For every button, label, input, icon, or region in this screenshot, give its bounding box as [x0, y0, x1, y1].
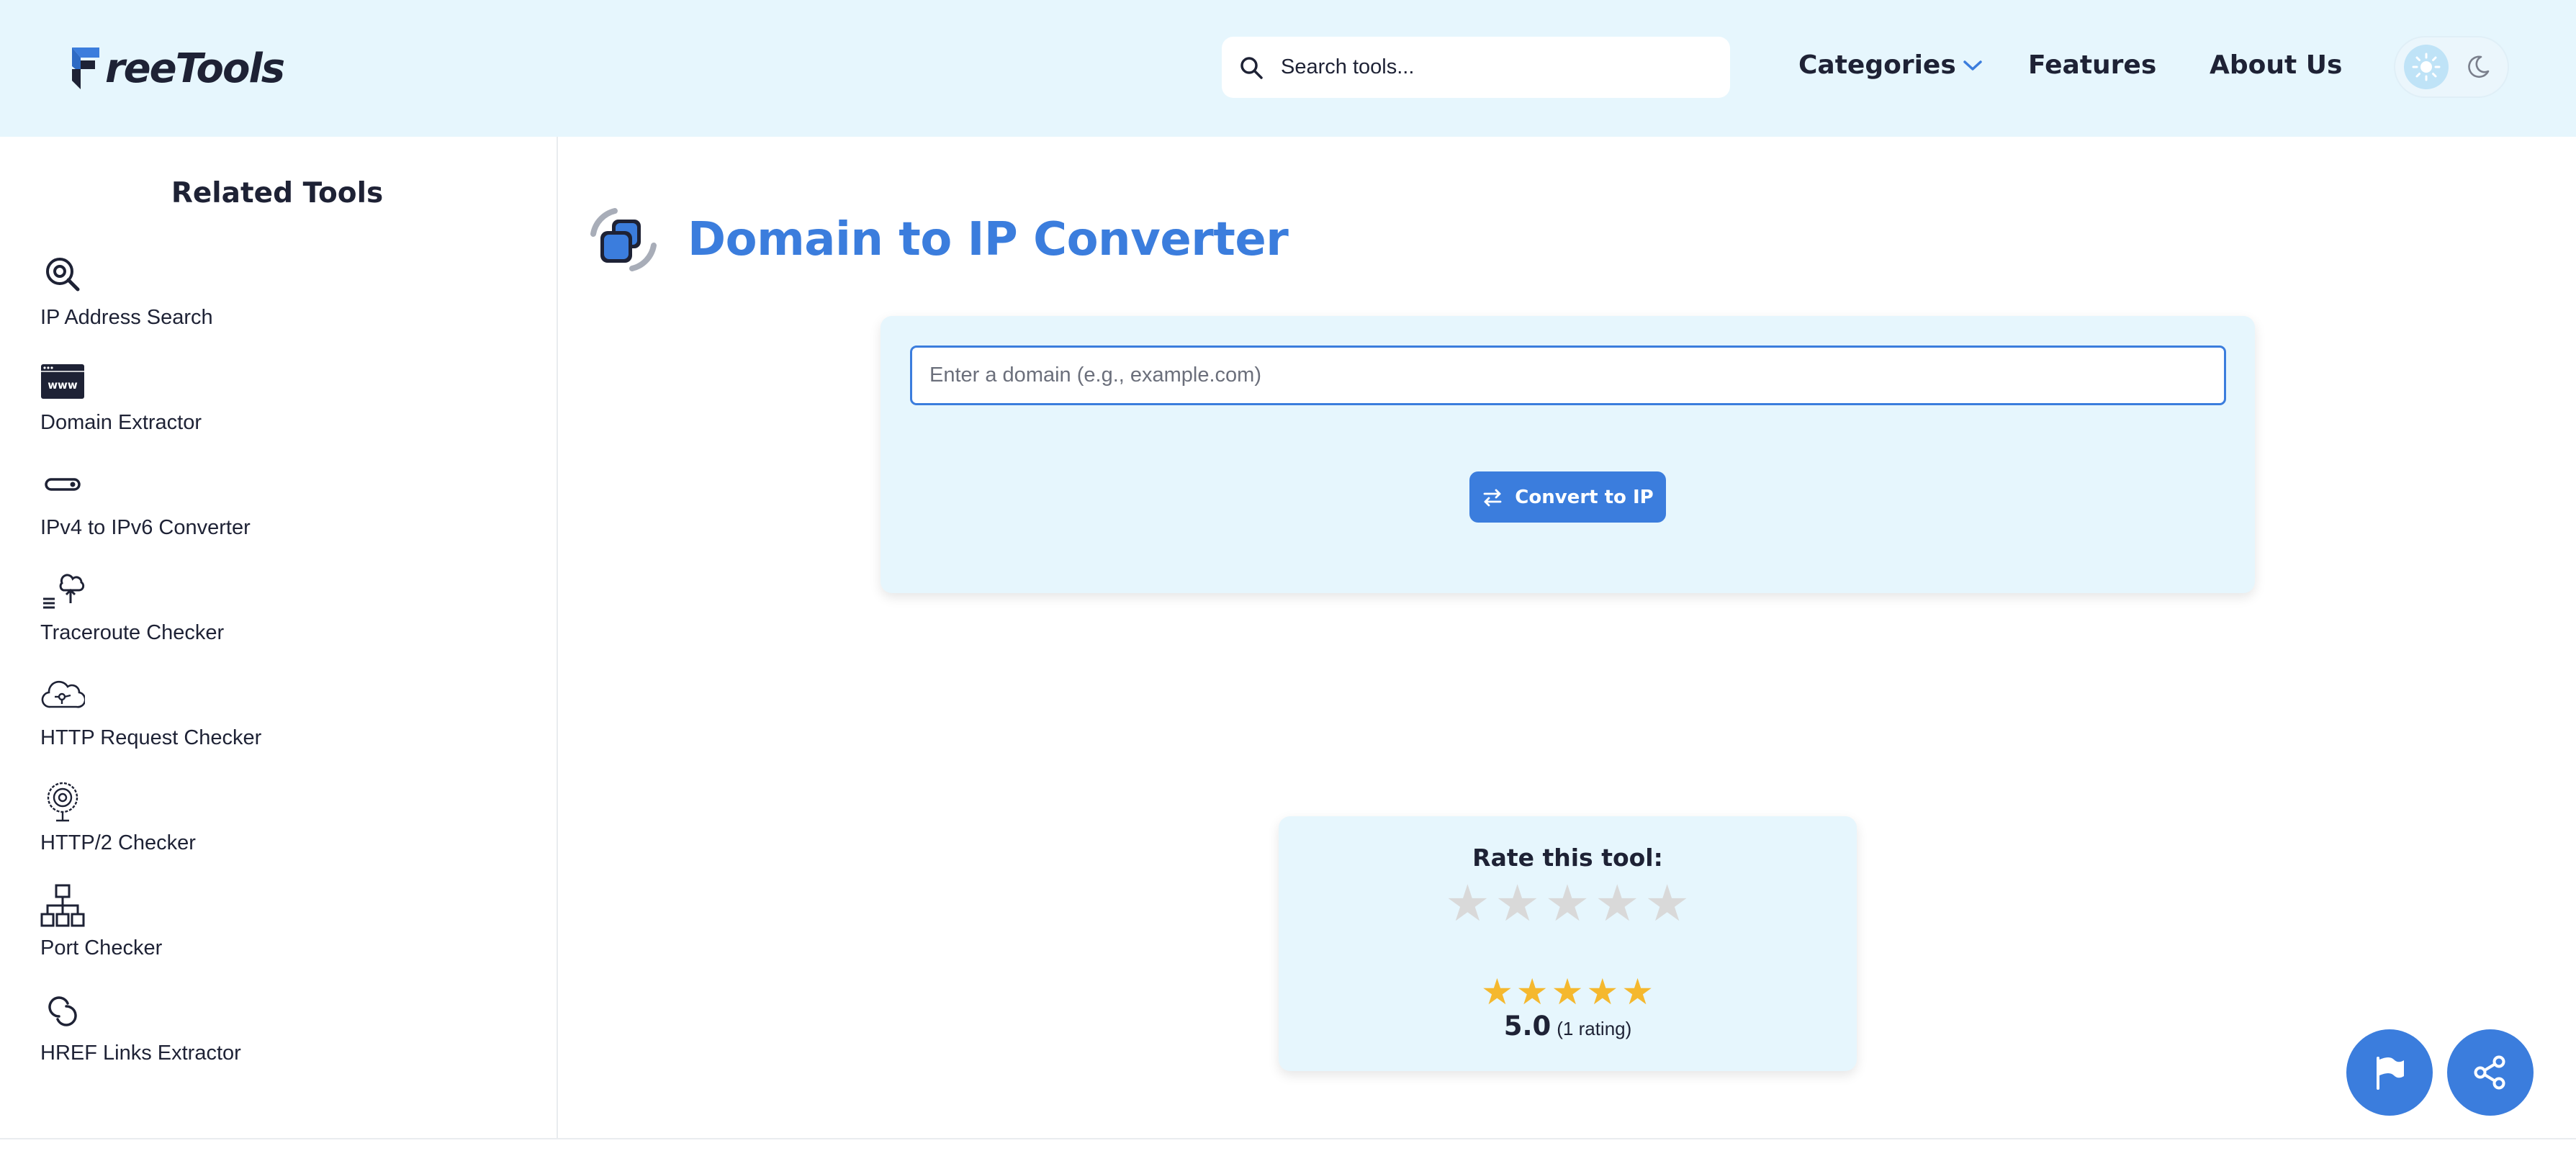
sidebar-item-label: IP Address Search: [40, 306, 213, 329]
average-star: ★: [1481, 972, 1513, 1012]
swap-arrows-icon: [1483, 489, 1502, 506]
rating-summary: 5.0 (1 rating): [1279, 1011, 1857, 1042]
link-rings-icon: [48, 996, 77, 1026]
sidebar-item-domain-extractor[interactable]: www Domain Extractor: [40, 358, 472, 459]
sitemap-icon: [40, 884, 85, 927]
sidebar-item-label: Port Checker: [40, 936, 163, 959]
rate-prompt: Rate this tool:: [1472, 844, 1663, 872]
sidebar-item-http-request-checker[interactable]: HTTP Request Checker: [40, 674, 472, 775]
domain-converter-icon: [590, 208, 657, 271]
search-box[interactable]: [1222, 37, 1730, 98]
dark-mode-button[interactable]: [2456, 45, 2500, 89]
search-input[interactable]: [1281, 55, 1713, 79]
share-button[interactable]: [2447, 1029, 2534, 1116]
sidebar-item-label: HREF Links Extractor: [40, 1042, 241, 1065]
sidebar-item-label: Domain Extractor: [40, 411, 202, 434]
average-star: ★: [1586, 972, 1619, 1012]
domain-input[interactable]: [910, 346, 2226, 405]
sidebar-item-label: HTTP Request Checker: [40, 726, 262, 749]
rate-star-3[interactable]: ★: [1545, 878, 1590, 929]
sun-icon: [2412, 53, 2441, 81]
sidebar-item-port-checker[interactable]: Port Checker: [40, 884, 472, 985]
logo[interactable]: reeTools: [71, 42, 285, 95]
sidebar-item-label: IPv4 to IPv6 Converter: [40, 516, 251, 539]
logo-text: reeTools: [105, 45, 285, 92]
svg-text:www: www: [48, 379, 78, 392]
sidebar-item-traceroute-checker[interactable]: Traceroute Checker: [40, 569, 472, 669]
rate-star-4[interactable]: ★: [1595, 878, 1640, 929]
cloud-network-icon: [41, 680, 85, 708]
average-rating-stars: ★ ★ ★ ★ ★: [1481, 973, 1654, 1011]
related-tools-sidebar: Related Tools IP Address Search www Doma…: [0, 137, 558, 1139]
flag-icon: [2377, 1057, 2404, 1090]
logo-mark-icon: [72, 48, 99, 89]
light-mode-button[interactable]: [2404, 45, 2449, 89]
sidebar-title: Related Tools: [171, 177, 384, 209]
moon-icon: [2468, 55, 2490, 78]
converter-card: Convert to IP: [881, 316, 2255, 593]
rate-star-5[interactable]: ★: [1644, 878, 1690, 929]
search-icon: [1240, 56, 1263, 79]
nav-features[interactable]: Features: [2028, 50, 2156, 80]
sidebar-item-ipv4-to-ipv6-converter[interactable]: IPv4 to IPv6 Converter: [40, 464, 472, 564]
chevron-down-icon: [1963, 60, 1982, 71]
rating-card: Rate this tool: ★ ★ ★ ★ ★ ★ ★ ★ ★ ★ 5.0 (1 ratin…: [1279, 816, 1857, 1071]
convert-to-ip-button[interactable]: Convert to IP: [1469, 471, 1666, 523]
rating-stars-input: ★ ★ ★ ★ ★: [1445, 878, 1690, 929]
site-header: reeTools Categories Features About Us: [0, 0, 2576, 137]
average-star: ★: [1551, 972, 1584, 1012]
sidebar-item-label: HTTP/2 Checker: [40, 831, 196, 854]
www-browser-icon: www: [41, 364, 84, 399]
average-star: ★: [1621, 972, 1654, 1012]
convert-button-label: Convert to IP: [1515, 486, 1654, 508]
share-icon: [2474, 1055, 2505, 1090]
magnifier-location-icon: [46, 258, 80, 292]
nav-categories-label: Categories: [1798, 50, 1956, 80]
page-title: Domain to IP Converter: [688, 213, 1289, 266]
theme-toggle: [2394, 36, 2509, 98]
sidebar-item-ip-address-search[interactable]: IP Address Search: [40, 253, 472, 354]
nav-categories[interactable]: Categories: [1798, 50, 1983, 80]
cloud-upload-list-icon: [43, 574, 85, 609]
footer-divider: [0, 1138, 2576, 1139]
globe-network-icon: [47, 782, 78, 822]
toggle-pill-icon: [45, 478, 81, 491]
rate-star-1[interactable]: ★: [1445, 878, 1490, 929]
rating-average: 5.0: [1503, 1011, 1552, 1042]
rating-count: (1 rating): [1557, 1018, 1632, 1039]
sidebar-item-label: Traceroute Checker: [40, 621, 225, 644]
sidebar-item-href-links-extractor[interactable]: HREF Links Extractor: [40, 989, 472, 1090]
rate-star-2[interactable]: ★: [1495, 878, 1540, 929]
sidebar-item-http2-checker[interactable]: HTTP/2 Checker: [40, 779, 472, 880]
report-button[interactable]: [2346, 1029, 2433, 1116]
average-star: ★: [1516, 972, 1549, 1012]
nav-about-us[interactable]: About Us: [2210, 50, 2342, 80]
